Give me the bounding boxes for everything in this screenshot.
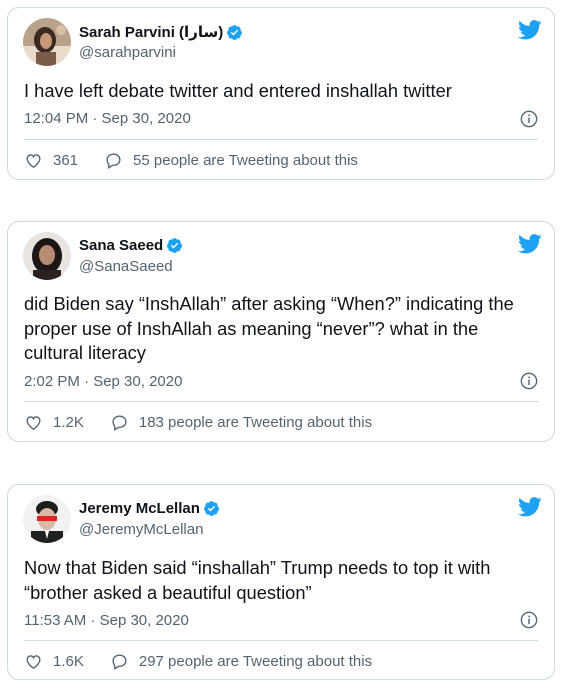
twitter-bird-icon[interactable] [518, 234, 542, 254]
conversation-button[interactable]: 297 people are Tweeting about this [110, 652, 372, 671]
tweet-text: did Biden say “InshAllah” after asking “… [24, 293, 514, 363]
display-name[interactable]: Sana Saeed [79, 237, 183, 254]
tweet-actions: 1.6K 297 people are Tweeting about this [24, 652, 372, 671]
info-icon[interactable] [520, 110, 538, 128]
reply-icon [112, 654, 127, 670]
timestamp[interactable]: 11:53 AM · Sep 30, 2020 [24, 612, 189, 629]
heart-icon [26, 655, 41, 670]
info-icon[interactable] [520, 372, 538, 390]
tweet-text: I have left debate twitter and entered i… [24, 80, 452, 101]
display-name-text[interactable]: Jeremy McLellan [79, 500, 200, 517]
heart-icon [26, 416, 41, 431]
avatar[interactable] [23, 18, 71, 66]
avatar[interactable] [23, 495, 71, 543]
twitter-bird-icon[interactable] [518, 497, 542, 517]
tweet-text: Now that Biden said “inshallah” Trump ne… [24, 557, 491, 603]
reply-icon [112, 415, 127, 431]
conversation-button[interactable]: 55 people are Tweeting about this [104, 151, 358, 170]
handle[interactable]: @SanaSaeed [79, 258, 173, 275]
like-count: 1.2K [53, 414, 84, 431]
avatar[interactable] [23, 232, 71, 280]
like-button[interactable]: 361 [24, 151, 78, 170]
timestamp[interactable]: 12:04 PM · Sep 30, 2020 [24, 110, 191, 127]
tweet-card[interactable]: Sana Saeed @SanaSaeed did Biden say “Ins… [7, 221, 555, 442]
like-count: 1.6K [53, 653, 84, 670]
tweet-card[interactable]: Jeremy McLellan @JeremyMcLellan Now that… [7, 484, 555, 680]
like-count: 361 [53, 152, 79, 169]
like-button[interactable]: 1.6K [24, 652, 84, 671]
divider [24, 401, 538, 402]
tweet-actions: 1.2K 183 people are Tweeting about this [24, 413, 372, 432]
conversation-text: 297 people are Tweeting about this [138, 653, 373, 670]
verified-icon [167, 238, 183, 253]
like-button[interactable]: 1.2K [24, 413, 84, 432]
timestamp[interactable]: 2:02 PM · Sep 30, 2020 [24, 373, 182, 390]
display-name[interactable]: Jeremy McLellan [79, 500, 220, 517]
tweet-actions: 361 55 people are Tweeting about this [24, 151, 358, 170]
display-name[interactable]: Sarah Parvini (سارا) [79, 23, 243, 41]
twitter-bird-icon[interactable] [518, 20, 542, 40]
conversation-text: 183 people are Tweeting about this [138, 414, 373, 431]
heart-icon [26, 154, 41, 169]
conversation-button[interactable]: 183 people are Tweeting about this [110, 413, 372, 432]
info-icon[interactable] [520, 611, 538, 629]
reply-icon [106, 153, 121, 169]
tweet-card[interactable]: Sarah Parvini (سارا) @sarahparvini I hav… [7, 7, 555, 180]
handle[interactable]: @JeremyMcLellan [79, 521, 203, 538]
display-name-text[interactable]: Sarah Parvini (سارا) [79, 23, 223, 41]
handle[interactable]: @sarahparvini [79, 44, 176, 61]
display-name-text[interactable]: Sana Saeed [79, 237, 163, 254]
divider [24, 640, 538, 641]
conversation-text: 55 people are Tweeting about this [133, 152, 358, 169]
verified-icon [203, 501, 219, 516]
divider [24, 139, 538, 140]
verified-icon [227, 24, 243, 40]
